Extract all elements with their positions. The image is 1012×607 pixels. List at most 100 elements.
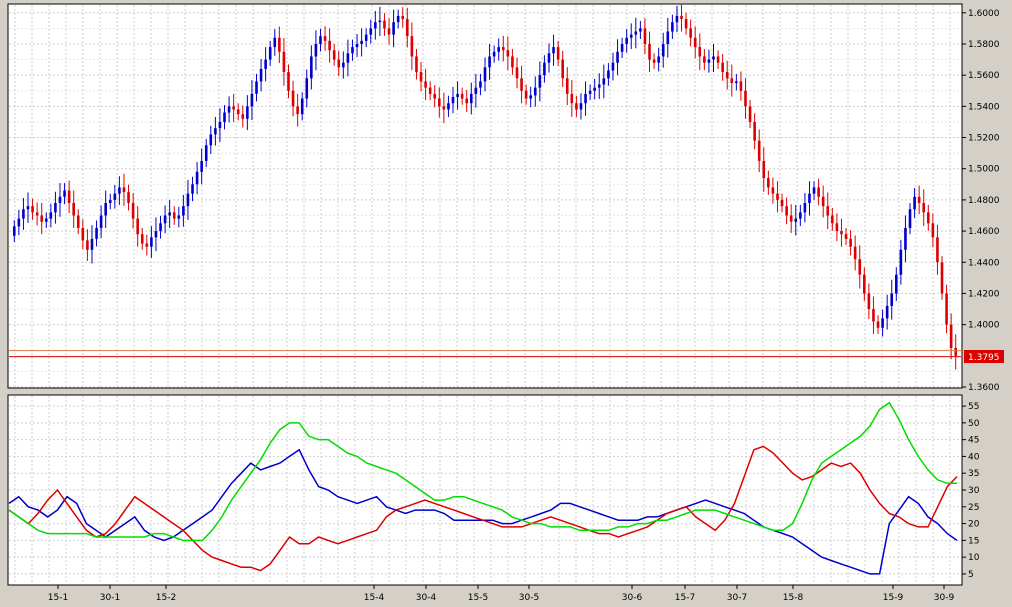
y-tick-label: 1.5200 bbox=[968, 134, 1000, 144]
candle-down bbox=[757, 140, 761, 161]
candle-up bbox=[547, 53, 551, 63]
x-tick-label: 30-9 bbox=[934, 593, 955, 603]
candle-down bbox=[524, 90, 528, 99]
candle-down bbox=[282, 51, 286, 73]
candle-up bbox=[639, 28, 642, 32]
candle-up bbox=[58, 196, 62, 204]
y-tick-label: 1.5600 bbox=[968, 71, 1000, 81]
candle-up bbox=[104, 203, 107, 216]
candle-up bbox=[904, 227, 907, 250]
candle-up bbox=[611, 62, 615, 71]
candle-up bbox=[159, 223, 162, 232]
candle-up bbox=[593, 87, 596, 91]
candle-up bbox=[209, 134, 213, 146]
candle-down bbox=[872, 309, 875, 322]
candle-down bbox=[789, 215, 793, 222]
candle-down bbox=[922, 203, 926, 213]
x-tick-label: 15-1 bbox=[48, 593, 68, 603]
candle-up bbox=[474, 87, 478, 94]
candle-up bbox=[488, 56, 491, 68]
candle-down bbox=[744, 90, 747, 107]
candle-down bbox=[844, 234, 848, 239]
candle-up bbox=[447, 103, 450, 110]
candle-down bbox=[506, 50, 510, 57]
candle-up bbox=[364, 34, 368, 41]
candle-down bbox=[428, 87, 432, 94]
candle-up bbox=[369, 28, 373, 35]
candle-up bbox=[392, 22, 395, 35]
candle-up bbox=[584, 93, 587, 104]
candle-up bbox=[246, 106, 249, 119]
candle-down bbox=[337, 59, 341, 68]
candle-down bbox=[140, 234, 144, 244]
candle-down bbox=[410, 36, 414, 57]
candle-down bbox=[40, 215, 44, 222]
y-tick-label: 1.4800 bbox=[968, 196, 1000, 206]
candle-up bbox=[469, 93, 473, 104]
candle-up bbox=[95, 227, 98, 239]
candle-up bbox=[597, 84, 601, 88]
candle-up bbox=[250, 93, 254, 107]
candle-down bbox=[383, 20, 386, 29]
candle-up bbox=[195, 171, 199, 185]
x-tick-label: 15-9 bbox=[883, 593, 904, 603]
candle-down bbox=[721, 62, 724, 73]
candle-up bbox=[579, 103, 583, 110]
candle-down bbox=[931, 223, 935, 238]
candle-down bbox=[556, 47, 560, 60]
candle-up bbox=[204, 145, 208, 161]
candle-down bbox=[831, 215, 834, 224]
candle-up bbox=[808, 193, 811, 204]
candle-down bbox=[936, 237, 939, 263]
candle-up bbox=[191, 184, 194, 194]
candle-up bbox=[396, 15, 400, 23]
candle-up bbox=[300, 98, 304, 115]
candle-up bbox=[49, 212, 53, 219]
y-tick-label: 10 bbox=[968, 553, 980, 563]
x-tick-label: 15-4 bbox=[364, 593, 385, 603]
candle-down bbox=[406, 19, 409, 37]
candle-up bbox=[305, 78, 309, 99]
candle-down bbox=[31, 206, 34, 213]
candle-up bbox=[12, 226, 16, 236]
candle-down bbox=[127, 192, 130, 204]
candle-down bbox=[780, 199, 784, 207]
candle-down bbox=[840, 231, 843, 235]
candle-down bbox=[332, 50, 336, 60]
candle-up bbox=[908, 209, 912, 228]
candle-up bbox=[492, 51, 496, 57]
candle-down bbox=[716, 56, 720, 63]
x-tick-label: 15-5 bbox=[468, 593, 488, 603]
candle-down bbox=[287, 72, 290, 91]
candle-up bbox=[712, 56, 715, 60]
candle-up bbox=[497, 47, 501, 52]
candle-up bbox=[456, 93, 459, 97]
candle-down bbox=[753, 121, 756, 141]
candle-up bbox=[625, 37, 628, 44]
y-tick-label: 1.3600 bbox=[968, 383, 1000, 393]
candle-up bbox=[620, 43, 624, 52]
candle-up bbox=[108, 199, 112, 204]
candle-down bbox=[652, 59, 656, 63]
candle-down bbox=[241, 114, 245, 119]
candle-down bbox=[35, 212, 39, 216]
candle-up bbox=[346, 53, 350, 63]
candle-up bbox=[735, 81, 738, 83]
candle-up bbox=[154, 231, 158, 238]
candle-up bbox=[885, 305, 889, 319]
y-tick-label: 1.4000 bbox=[968, 321, 1000, 331]
candle-down bbox=[565, 78, 569, 94]
price-y-axis: 1.6000 1.5800 1.5600 1.5400 1.5200 1.5000 1.48… bbox=[962, 9, 1000, 393]
candle-up bbox=[17, 218, 21, 227]
candle-down bbox=[328, 40, 331, 51]
candle-down bbox=[949, 324, 953, 349]
candle-down bbox=[291, 90, 295, 107]
candle-down bbox=[917, 196, 921, 204]
candle-up bbox=[99, 215, 103, 228]
candle-down bbox=[693, 37, 697, 48]
candle-down bbox=[401, 15, 405, 20]
candle-down bbox=[748, 106, 752, 122]
candle-up bbox=[666, 31, 670, 44]
candle-down bbox=[876, 321, 880, 328]
candle-up bbox=[310, 56, 313, 79]
